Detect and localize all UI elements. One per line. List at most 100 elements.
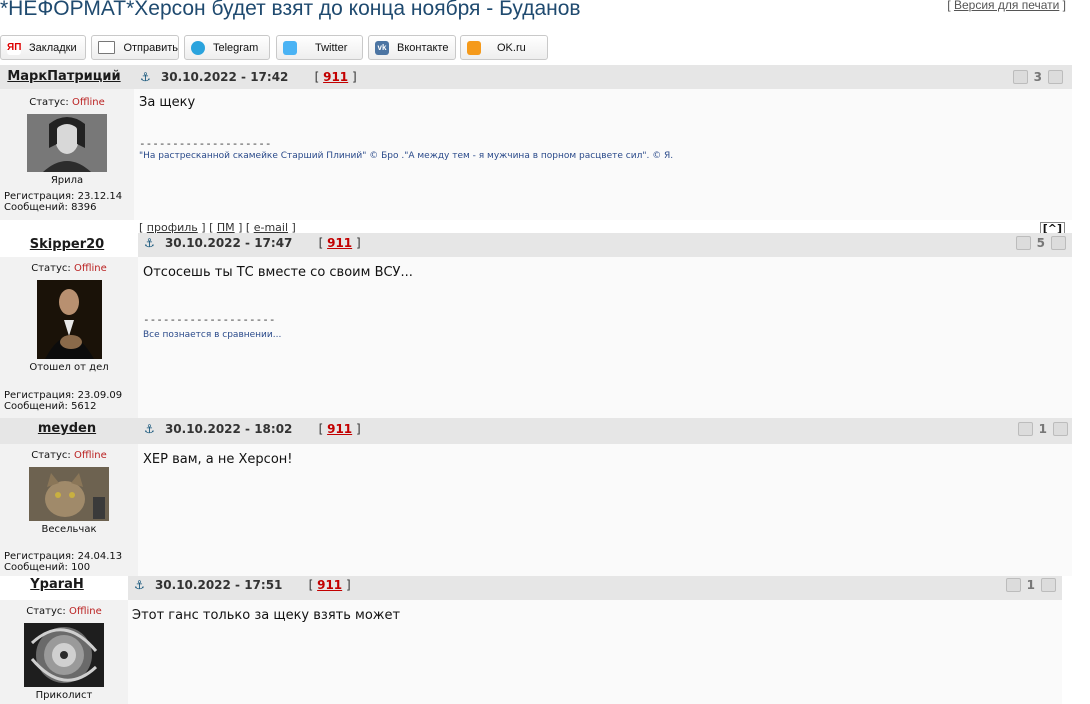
share-email-button[interactable]: Отправить <box>91 35 179 60</box>
status-value: Offline <box>68 606 102 617</box>
status-label: Статус: <box>29 97 69 108</box>
share-vk-button[interactable]: vk Вконтакте <box>368 35 456 60</box>
anchor-icon[interactable]: ⚓ <box>134 578 145 592</box>
post-ref-link[interactable]: 911 <box>323 70 348 84</box>
signature: "На растресканной скамейке Старший Плини… <box>139 151 674 161</box>
post-ref: [ 911 ] <box>308 578 351 592</box>
rating-value: 5 <box>1036 236 1045 250</box>
vk-icon: vk <box>375 40 389 55</box>
post-date: 30.10.2022 - 17:51 <box>154 578 283 592</box>
author-status: Статус: Offline <box>0 606 128 617</box>
author-sidebar: Статус: Offline Приколист <box>0 600 128 704</box>
print-version: [ Версия для печати ] <box>947 0 1066 12</box>
avatar <box>27 114 107 172</box>
author-name[interactable]: YparaH <box>0 577 114 592</box>
author-stats: Регистрация: 23.12.14 Сообщений: 8396 <box>4 191 122 213</box>
post-body: За щеку -------------------- "На растрес… <box>134 89 1072 220</box>
post-ref-link[interactable]: 911 <box>327 236 352 250</box>
post-body: Этот ганс только за щеку взять может <box>128 600 1062 704</box>
thumb-down-icon[interactable] <box>1005 578 1021 592</box>
share-label: Отправить <box>123 41 178 54</box>
author-stats: Регистрация: 23.09.09 Сообщений: 5612 <box>4 390 122 412</box>
thumb-up-icon[interactable] <box>1053 422 1068 436</box>
signature-divider: -------------------- <box>143 313 276 326</box>
post-date: 30.10.2022 - 18:02 <box>164 422 293 436</box>
share-telegram-button[interactable]: Telegram <box>184 35 270 60</box>
rating: 5 <box>1015 236 1066 250</box>
status-label: Статус: <box>31 450 71 461</box>
reg-date: 23.09.09 <box>77 390 123 401</box>
yandex-bookmarks-icon: ЯП <box>7 40 22 55</box>
status-value: Offline <box>73 450 107 461</box>
mail-icon <box>98 41 116 54</box>
author-rank: Отошел от дел <box>29 362 109 373</box>
thumb-up-icon[interactable] <box>1041 578 1056 592</box>
rating: 1 <box>1005 578 1056 592</box>
share-label: Telegram <box>213 41 259 54</box>
author-name[interactable]: МаркПатриций <box>0 69 128 84</box>
signature: Все познается в сравнении... <box>143 330 282 340</box>
status-value: Offline <box>73 263 107 274</box>
author-sidebar: Статус: Offline Отошел от дел Регистраци… <box>0 257 138 418</box>
share-ok-button[interactable]: OK.ru <box>460 35 548 60</box>
posts-label: Сообщений: <box>4 401 68 412</box>
avatar <box>29 467 109 521</box>
post-text: ХЕР вам, а не Херсон! <box>143 452 293 467</box>
avatar <box>24 623 104 687</box>
post: YparaH ⚓ 30.10.2022 - 17:51 [ 911 ] 1 Ст… <box>0 576 1072 704</box>
share-label: Twitter <box>315 41 348 54</box>
posts-label: Сообщений: <box>4 562 68 573</box>
author-name[interactable]: meyden <box>0 421 134 436</box>
post: meyden ⚓ 30.10.2022 - 18:02 [ 911 ] 1 Ст… <box>0 418 1072 578</box>
thumb-down-icon[interactable] <box>1015 236 1031 250</box>
signature-divider: -------------------- <box>139 137 272 150</box>
rating-value: 1 <box>1038 422 1047 436</box>
author-rank: Весельчак <box>41 524 97 535</box>
thumb-down-icon[interactable] <box>1012 70 1028 84</box>
telegram-icon <box>191 40 205 55</box>
author-status: Статус: Offline <box>0 97 134 108</box>
post-ref-link[interactable]: 911 <box>317 578 342 592</box>
reg-label: Регистрация: <box>4 191 75 202</box>
post-ref: [ 911 ] <box>318 236 361 250</box>
rating: 1 <box>1017 422 1068 436</box>
rating: 3 <box>1012 70 1063 84</box>
author-name[interactable]: Skipper20 <box>0 237 134 252</box>
post-body: Отсосешь ты ТС вместе со своим ВСУ... --… <box>138 257 1072 418</box>
ok-icon <box>467 40 481 55</box>
post: Skipper20 ⚓ 30.10.2022 - 17:47 [ 911 ] 5… <box>0 233 1072 418</box>
anchor-icon[interactable]: ⚓ <box>144 236 155 250</box>
anchor-icon[interactable]: ⚓ <box>140 70 151 84</box>
anchor-icon[interactable]: ⚓ <box>144 422 155 436</box>
reg-date: 24.04.13 <box>77 551 123 562</box>
twitter-icon <box>283 40 297 55</box>
post-ref: [ 911 ] <box>318 422 361 436</box>
status-label: Статус: <box>26 606 66 617</box>
post-ref: [ 911 ] <box>314 70 357 84</box>
author-stats: Регистрация: 24.04.13 Сообщений: 100 <box>4 551 122 573</box>
posts-count: 100 <box>71 562 91 573</box>
post-text: За щеку <box>139 95 196 110</box>
thumb-down-icon[interactable] <box>1017 422 1033 436</box>
reg-label: Регистрация: <box>4 551 75 562</box>
post-date: 30.10.2022 - 17:47 <box>164 236 293 250</box>
post-meta: ⚓ 30.10.2022 - 17:47 [ 911 ] <box>144 236 361 250</box>
author-sidebar: Статус: Offline Ярила Регистрация: 23.12… <box>0 89 134 220</box>
status-label: Статус: <box>31 263 71 274</box>
reg-label: Регистрация: <box>4 390 75 401</box>
posts-label: Сообщений: <box>4 202 68 213</box>
post-body: ХЕР вам, а не Херсон! <box>138 444 1072 576</box>
thumb-up-icon[interactable] <box>1048 70 1063 84</box>
author-status: Статус: Offline <box>0 263 138 274</box>
share-label: Закладки <box>29 41 77 54</box>
share-label: Вконтакте <box>397 41 449 54</box>
post-meta: ⚓ 30.10.2022 - 17:42 [ 911 ] <box>140 70 357 84</box>
post-text: Этот ганс только за щеку взять может <box>132 608 401 623</box>
thumb-up-icon[interactable] <box>1051 236 1066 250</box>
avatar <box>36 280 102 359</box>
share-twitter-button[interactable]: Twitter <box>276 35 363 60</box>
reg-date: 23.12.14 <box>77 191 123 202</box>
post-ref-link[interactable]: 911 <box>327 422 352 436</box>
print-version-link[interactable]: Версия для печати <box>954 0 1059 12</box>
share-bookmarks-button[interactable]: ЯП Закладки <box>0 35 86 60</box>
